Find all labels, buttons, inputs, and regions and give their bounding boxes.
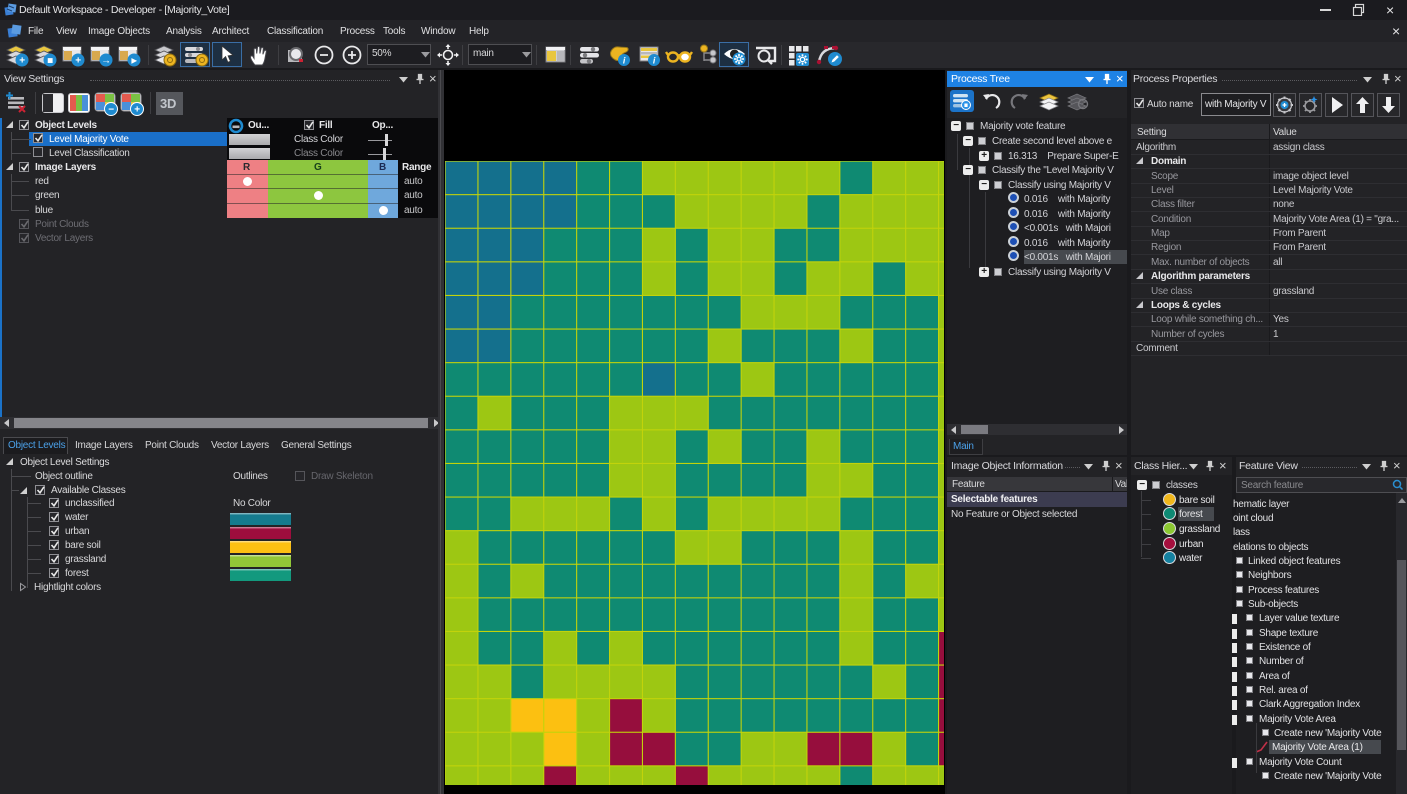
svg-text:+: + xyxy=(19,56,25,67)
svg-text:■: ■ xyxy=(47,56,53,67)
svg-text:+: + xyxy=(75,56,81,67)
svg-text:→: → xyxy=(101,56,111,67)
svg-text:−: − xyxy=(108,105,114,116)
svg-text:+: + xyxy=(134,105,140,116)
